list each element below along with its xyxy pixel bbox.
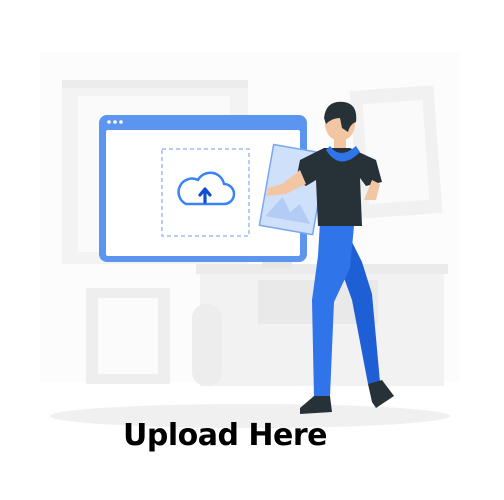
person-shoe-front: [300, 396, 332, 414]
background-post: [192, 304, 222, 386]
upload-caption: Upload Here: [123, 418, 328, 453]
browser-stand: [262, 262, 292, 268]
browser-dot-1: [107, 120, 111, 124]
browser-dot-3: [119, 120, 123, 124]
background-poster-inner: [98, 298, 158, 374]
background-curtain-rod: [62, 80, 248, 88]
browser-dot-2: [113, 120, 117, 124]
